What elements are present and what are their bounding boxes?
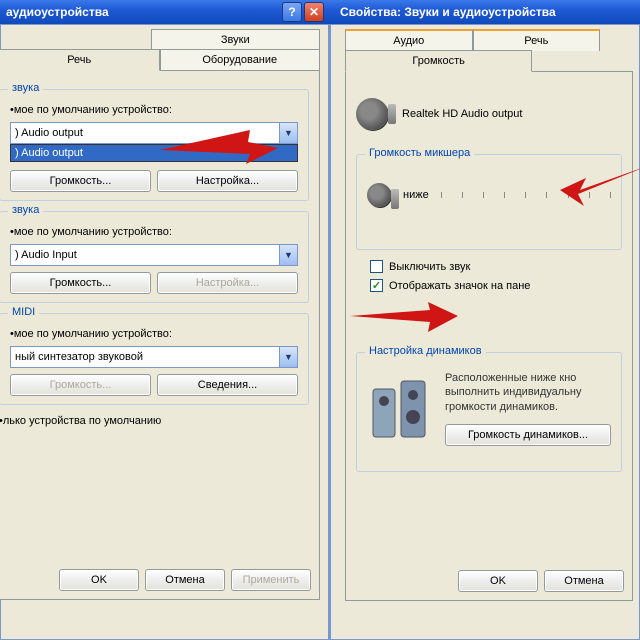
close-button[interactable]: ✕ (304, 2, 324, 22)
playback-volume-button[interactable]: Громкость... (10, 170, 151, 192)
combo-playback-value: ) Audio output (15, 127, 83, 139)
title-right: Свойства: Звуки и аудиоустройства (340, 5, 556, 19)
titlebar-left: аудиоустройства ? ✕ (0, 0, 330, 24)
chevron-down-icon[interactable]: ▼ (279, 347, 297, 367)
tab-hardware[interactable]: Оборудование (160, 49, 321, 71)
midi-info-button[interactable]: Сведения... (157, 374, 298, 396)
tab-audio[interactable]: Аудио (345, 29, 473, 51)
ok-button-right[interactable]: OK (458, 570, 538, 592)
group-playback: звука •мое по умолчанию устройство: ) Au… (0, 89, 309, 201)
cancel-button-left[interactable]: Отмена (145, 569, 225, 591)
playback-config-button[interactable]: Настройка... (157, 170, 298, 192)
tray-label: Отображать значок на пане (389, 280, 530, 292)
tray-checkbox[interactable] (370, 279, 383, 292)
volume-slider[interactable] (441, 192, 611, 198)
group-speakers: Настройка динамиков Расположенные ниже к… (356, 352, 622, 472)
speakers-desc: Расположенные ниже кно выполнить индивид… (445, 371, 611, 414)
device-name: Realtek HD Audio output (402, 108, 522, 120)
only-default-row: •лько устройства по умолчанию (0, 415, 309, 427)
record-config-button[interactable]: Настройка... (157, 272, 298, 294)
group-record: звука •мое по умолчанию устройство: ) Au… (0, 211, 309, 303)
group-midi-title: MIDI (8, 306, 39, 318)
mixer-low-label: ниже (403, 189, 429, 201)
group-midi: MIDI •мое по умолчанию устройство: ный с… (0, 313, 309, 405)
mute-checkbox[interactable] (370, 260, 383, 273)
label-midi-default: •мое по умолчанию устройство: (10, 328, 298, 340)
group-mixer-title: Громкость микшера (365, 147, 474, 159)
tab-volume[interactable]: Громкость (345, 50, 532, 72)
mixer-speaker-icon (367, 183, 391, 207)
combo-midi-value: ный синтезатор звуковой (15, 351, 143, 363)
cancel-button-right[interactable]: Отмена (544, 570, 624, 592)
combo-record-value: ) Audio Input (15, 249, 77, 261)
speaker-volume-button[interactable]: Громкость динамиков... (445, 424, 611, 446)
bottombar-right: OK Отмена (354, 570, 624, 592)
speakers-icon (367, 371, 433, 443)
group-mixer: Громкость микшера ниже (356, 154, 622, 250)
chevron-down-icon[interactable]: ▼ (279, 245, 297, 265)
speaker-device-icon (356, 98, 388, 130)
tabcontent-left: звука •мое по умолчанию устройство: ) Au… (0, 70, 320, 600)
bottombar-left: OK Отмена Применить (7, 569, 311, 591)
record-volume-button[interactable]: Громкость... (10, 272, 151, 294)
combo-playback-dropdown[interactable]: ) Audio output (10, 144, 298, 162)
group-playback-title: звука (8, 82, 43, 94)
combo-record[interactable]: ) Audio Input ▼ (10, 244, 298, 266)
title-left: аудиоустройства (6, 5, 109, 19)
titlebar-right: Свойства: Звуки и аудиоустройства (330, 0, 640, 24)
apply-button-left[interactable]: Применить (231, 569, 311, 591)
tab-sounds[interactable]: Звуки (151, 29, 321, 50)
tabcontent-right: Realtek HD Audio output Громкость микшер… (345, 71, 633, 601)
label-record-default: •мое по умолчанию устройство: (10, 226, 298, 238)
mute-label: Выключить звук (389, 261, 470, 273)
panel-left: Звуки Речь Оборудование звука •мое по ум… (0, 24, 330, 640)
help-button[interactable]: ? (282, 2, 302, 22)
combo-playback[interactable]: ) Audio output ▼ ) Audio output (10, 122, 298, 144)
label-playback-default: •мое по умолчанию устройство: (10, 104, 298, 116)
chevron-down-icon[interactable]: ▼ (279, 123, 297, 143)
group-speakers-title: Настройка динамиков (365, 345, 486, 357)
combo-playback-option[interactable]: ) Audio output (11, 145, 297, 161)
midi-volume-button[interactable]: Громкость... (10, 374, 151, 396)
group-record-title: звука (8, 204, 43, 216)
combo-midi[interactable]: ный синтезатор звуковой ▼ (10, 346, 298, 368)
only-default-label: •лько устройства по умолчанию (0, 415, 161, 427)
tab-speech[interactable]: Речь (0, 49, 160, 71)
panel-right: Аудио Речь Громкость Realtek HD Audio ou… (330, 24, 640, 640)
tab-speech-right[interactable]: Речь (473, 29, 601, 51)
ok-button-left[interactable]: OK (59, 569, 139, 591)
